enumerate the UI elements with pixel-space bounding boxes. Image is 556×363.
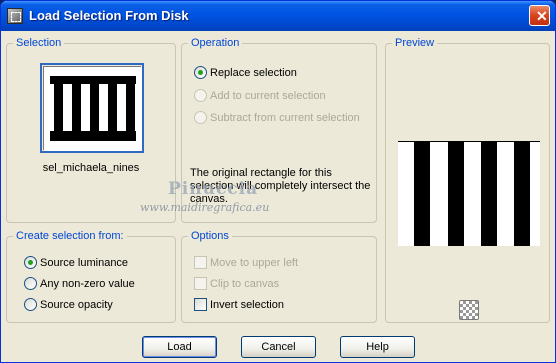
selection-name: sel_michaela_nines — [42, 162, 140, 174]
options-group-label: Options — [188, 230, 232, 243]
add-to-selection-radio[interactable]: Add to current selection — [194, 89, 326, 104]
window-title: Load Selection From Disk — [29, 8, 189, 23]
any-non-zero-label: Any non-zero value — [40, 278, 135, 290]
radio-disabled-icon — [194, 89, 207, 102]
checkbox-unchecked-icon — [194, 298, 207, 311]
title-bar[interactable]: Load Selection From Disk ✕ — [1, 1, 555, 31]
selection-thumbnail[interactable] — [40, 63, 144, 153]
preview-image — [398, 142, 540, 246]
radio-unchecked-icon — [24, 298, 37, 311]
radio-checked-icon — [194, 66, 207, 79]
move-to-upper-left-checkbox[interactable]: Move to upper left — [194, 256, 298, 271]
operation-group: Operation Replace selection Add to curre… — [181, 37, 377, 223]
source-opacity-radio[interactable]: Source opacity — [24, 298, 113, 313]
load-button[interactable]: Load — [142, 336, 217, 358]
source-opacity-label: Source opacity — [40, 299, 113, 311]
preview-canvas — [398, 141, 540, 246]
selection-app-icon — [7, 8, 23, 24]
checkbox-disabled-icon — [194, 277, 207, 290]
transparency-checker-icon[interactable] — [459, 300, 479, 320]
checkbox-disabled-icon — [194, 256, 207, 269]
create-selection-group: Create selection from: Source luminance … — [6, 230, 176, 323]
create-selection-group-label: Create selection from: — [13, 230, 127, 243]
subtract-selection-radio[interactable]: Subtract from current selection — [194, 111, 360, 126]
source-luminance-label: Source luminance — [40, 257, 129, 269]
operation-group-label: Operation — [188, 37, 243, 50]
selection-thumbnail-image — [44, 67, 142, 151]
preview-group: Preview — [385, 37, 550, 323]
replace-selection-radio[interactable]: Replace selection — [194, 66, 297, 81]
preview-group-label: Preview — [392, 37, 438, 50]
move-to-upper-left-label: Move to upper left — [210, 257, 299, 269]
options-group: Options Move to upper left Clip to canva… — [181, 230, 377, 323]
clip-to-canvas-checkbox[interactable]: Clip to canvas — [194, 277, 279, 292]
clip-to-canvas-label: Clip to canvas — [210, 278, 280, 290]
selection-group-label: Selection — [13, 37, 65, 50]
radio-checked-icon — [24, 256, 37, 269]
operation-info-text: The original rectangle for this selectio… — [190, 167, 371, 205]
source-luminance-radio[interactable]: Source luminance — [24, 256, 128, 271]
selection-group: Selection sel_michaela_nines — [6, 37, 176, 223]
invert-selection-checkbox[interactable]: Invert selection — [194, 298, 284, 313]
close-button[interactable]: ✕ — [529, 5, 550, 26]
any-non-zero-radio[interactable]: Any non-zero value — [24, 277, 135, 292]
radio-unchecked-icon — [24, 277, 37, 290]
add-to-selection-label: Add to current selection — [210, 90, 326, 102]
invert-selection-label: Invert selection — [210, 299, 284, 311]
radio-disabled-icon — [194, 111, 207, 124]
load-selection-dialog: Load Selection From Disk ✕ Selection sel… — [0, 0, 556, 363]
help-button[interactable]: Help — [340, 336, 415, 358]
replace-selection-label: Replace selection — [210, 67, 297, 79]
subtract-selection-label: Subtract from current selection — [210, 112, 360, 124]
cancel-button[interactable]: Cancel — [241, 336, 316, 358]
